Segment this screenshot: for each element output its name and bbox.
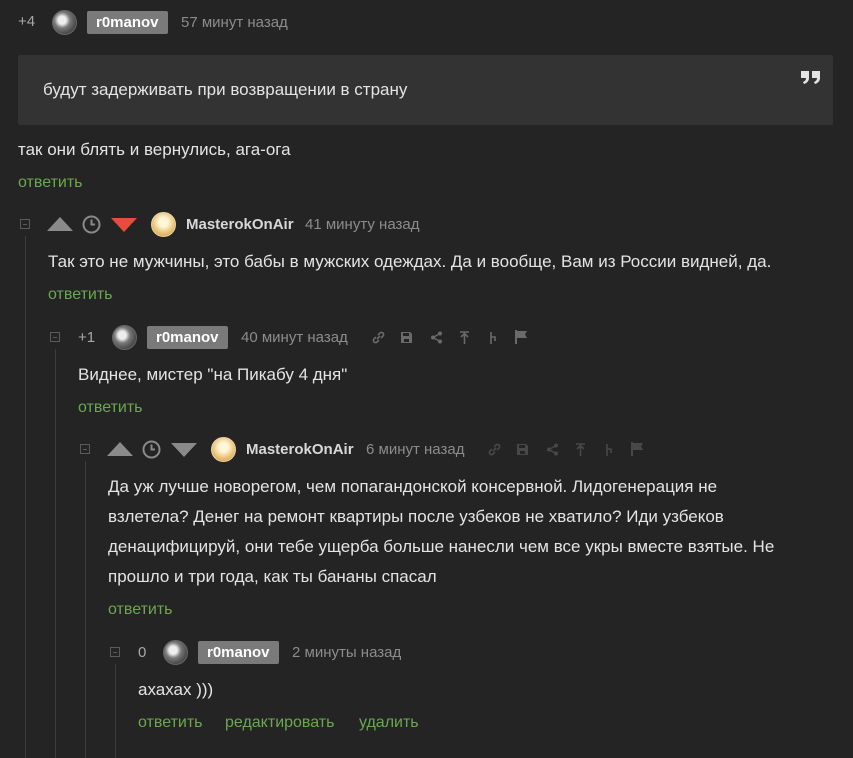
collapse-toggle[interactable] <box>20 219 30 229</box>
thread-line[interactable] <box>85 461 86 758</box>
comment-text: ахахах ))) <box>138 680 214 699</box>
quote-block: будут задерживать при возвращении в стра… <box>18 55 833 125</box>
comment-text-line: денацифицируй, они тебе ущерба больше на… <box>108 537 775 556</box>
scroll-up-icon[interactable] <box>459 331 470 344</box>
delete-link[interactable]: удалить <box>359 714 419 732</box>
thread-line[interactable] <box>55 349 56 758</box>
avatar[interactable] <box>112 325 137 350</box>
reply-link[interactable]: ответить <box>138 714 203 732</box>
upvote-icon[interactable] <box>47 217 73 231</box>
username[interactable]: MasterokOnAir <box>186 216 294 233</box>
username-badge[interactable]: r0manov <box>198 641 279 664</box>
username[interactable]: MasterokOnAir <box>246 441 354 458</box>
comment-rating: +1 <box>78 329 96 346</box>
comment-text: так они блять и вернулись, ага-ога <box>18 140 291 159</box>
reply-link[interactable]: ответить <box>108 601 173 619</box>
reply-link[interactable]: ответить <box>18 174 83 192</box>
comment-time[interactable]: 2 минуты назад <box>292 644 401 661</box>
branch-icon[interactable] <box>487 331 498 344</box>
comment-time[interactable]: 57 минут назад <box>181 14 288 31</box>
collapse-toggle[interactable] <box>50 332 60 342</box>
collapse-toggle[interactable] <box>80 444 90 454</box>
comment-time[interactable]: 41 минуту назад <box>305 216 419 233</box>
avatar[interactable] <box>211 437 236 462</box>
branch-icon[interactable] <box>603 443 614 456</box>
comment-text-line: Да уж лучше новорегом, чем попагандонско… <box>108 477 718 496</box>
reply-link[interactable]: ответить <box>78 399 143 417</box>
share-icon[interactable] <box>546 443 559 456</box>
clock-icon[interactable] <box>82 215 101 234</box>
comment-rating: 0 <box>138 644 147 661</box>
comment-time[interactable]: 6 минут назад <box>366 441 464 458</box>
link-icon[interactable] <box>488 443 501 456</box>
edit-link[interactable]: редактировать <box>225 714 334 732</box>
flag-icon[interactable] <box>631 442 644 456</box>
comment-text: Да уж лучше новорегом, чем попагандонско… <box>108 472 838 592</box>
comment-text-line: взлетела? Денег на ремонт квартиры после… <box>108 507 724 526</box>
avatar[interactable] <box>52 10 77 35</box>
username-badge[interactable]: r0manov <box>87 11 168 34</box>
scroll-up-icon[interactable] <box>575 443 586 456</box>
share-icon[interactable] <box>430 331 443 344</box>
save-icon[interactable] <box>400 331 413 344</box>
quote-icon <box>800 69 822 85</box>
thread-line[interactable] <box>115 664 116 758</box>
thread-line[interactable] <box>25 236 26 758</box>
collapse-toggle[interactable] <box>110 647 120 657</box>
comment-time[interactable]: 40 минут назад <box>241 329 348 346</box>
comment-rating: +4 <box>18 13 36 30</box>
downvote-icon[interactable] <box>111 218 137 232</box>
clock-icon[interactable] <box>142 440 161 459</box>
username-badge[interactable]: r0manov <box>147 326 228 349</box>
save-icon[interactable] <box>516 443 529 456</box>
upvote-icon[interactable] <box>107 442 133 456</box>
avatar[interactable] <box>151 212 176 237</box>
avatar[interactable] <box>163 640 188 665</box>
comment-text-line: прошло и три года, как ты бананы спасал <box>108 567 437 586</box>
link-icon[interactable] <box>372 331 385 344</box>
quote-text: будут задерживать при возвращении в стра… <box>43 80 408 99</box>
comment-text: Так это не мужчины, это бабы в мужских о… <box>48 252 772 271</box>
downvote-icon[interactable] <box>171 443 197 457</box>
comment-text: Виднее, мистер "на Пикабу 4 дня" <box>78 365 348 384</box>
flag-icon[interactable] <box>515 330 528 344</box>
reply-link[interactable]: ответить <box>48 286 113 304</box>
